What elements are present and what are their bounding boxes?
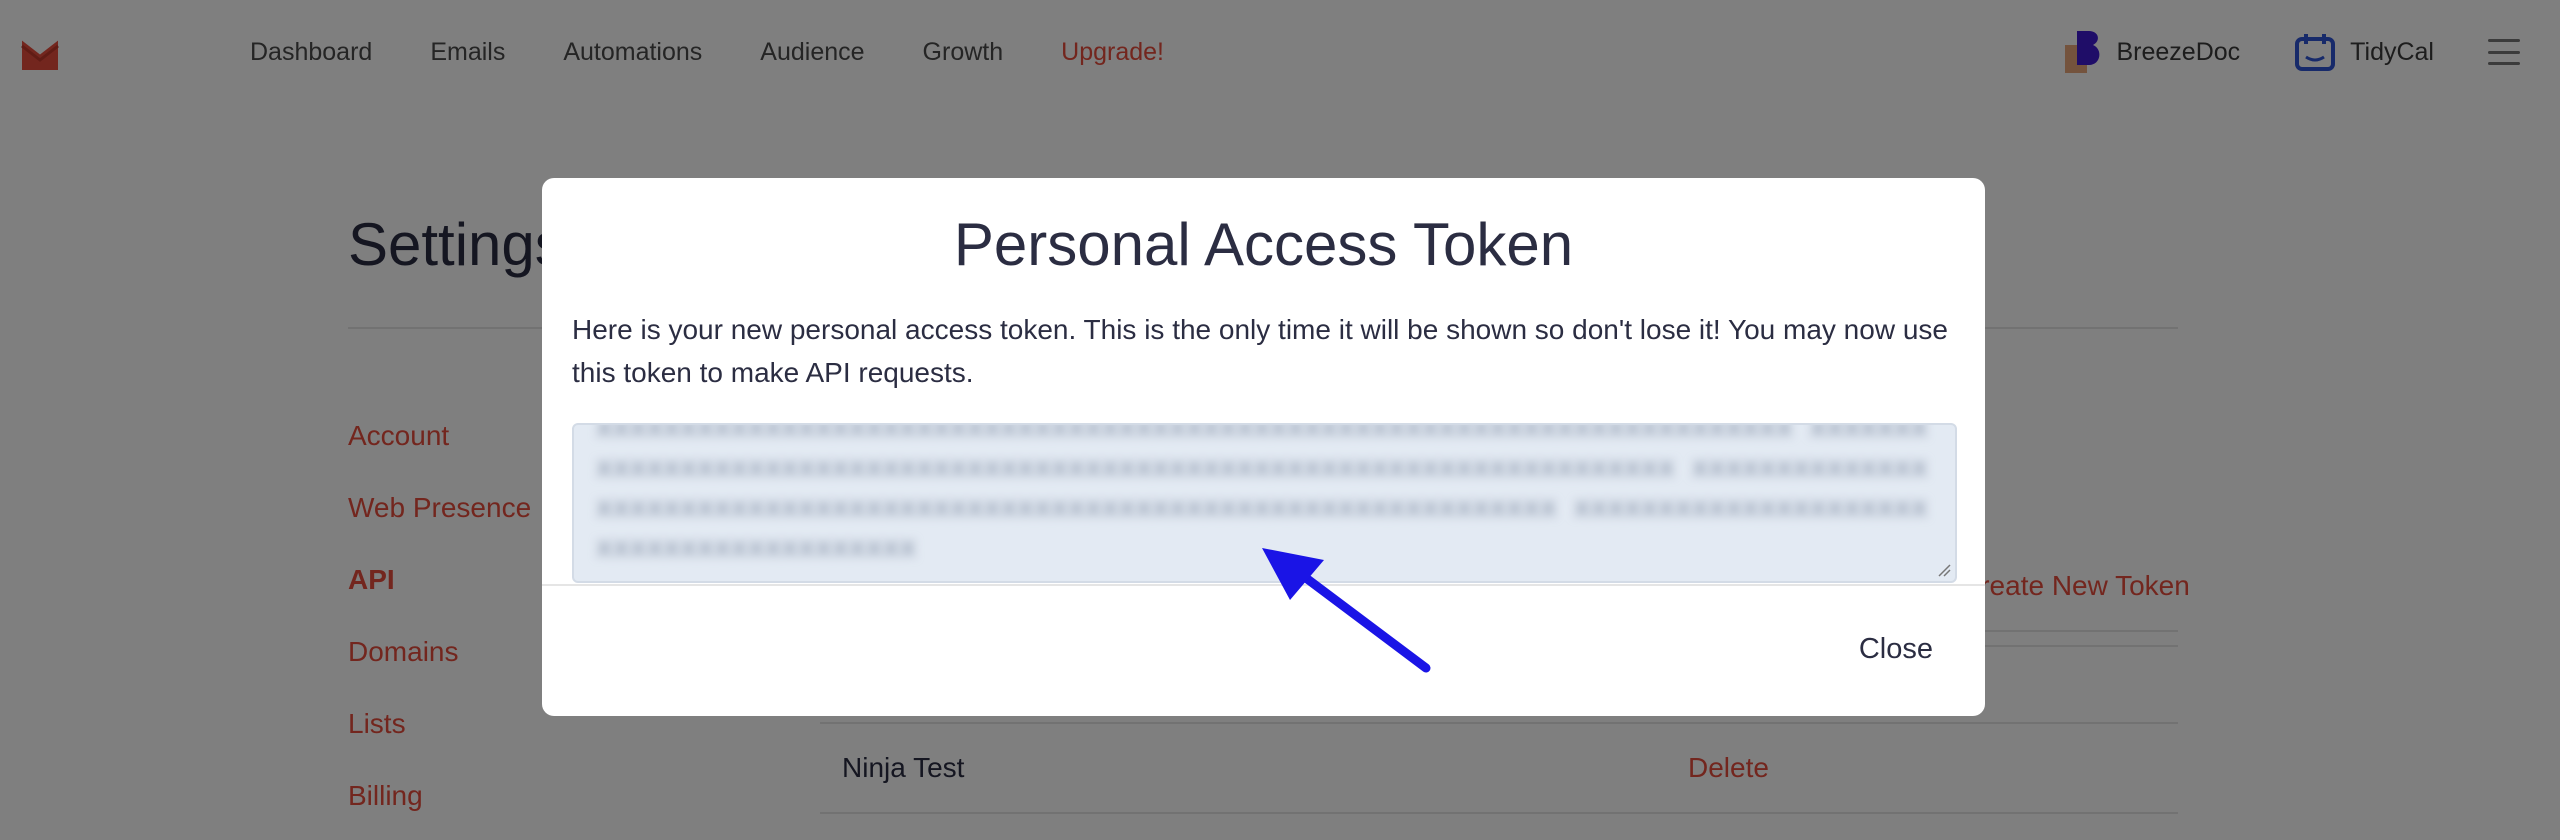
modal-title: Personal Access Token [953, 211, 1574, 278]
token-textarea[interactable]: xxxxxxxxxxxxxxxxxxxxxxxxxxxxxxxxxxxxxxxx… [572, 423, 1957, 583]
modal-footer-divider [542, 584, 1985, 586]
token-modal: Personal Access Token Here is your new p… [542, 178, 1985, 716]
close-button[interactable]: Close [1859, 633, 1933, 666]
modal-message: Here is your new personal access token. … [572, 314, 1948, 388]
token-value-redacted: xxxxxxxxxxxxxxxxxxxxxxxxxxxxxxxxxxxxxxxx… [596, 423, 1928, 563]
resize-handle-icon[interactable] [1937, 563, 1951, 577]
